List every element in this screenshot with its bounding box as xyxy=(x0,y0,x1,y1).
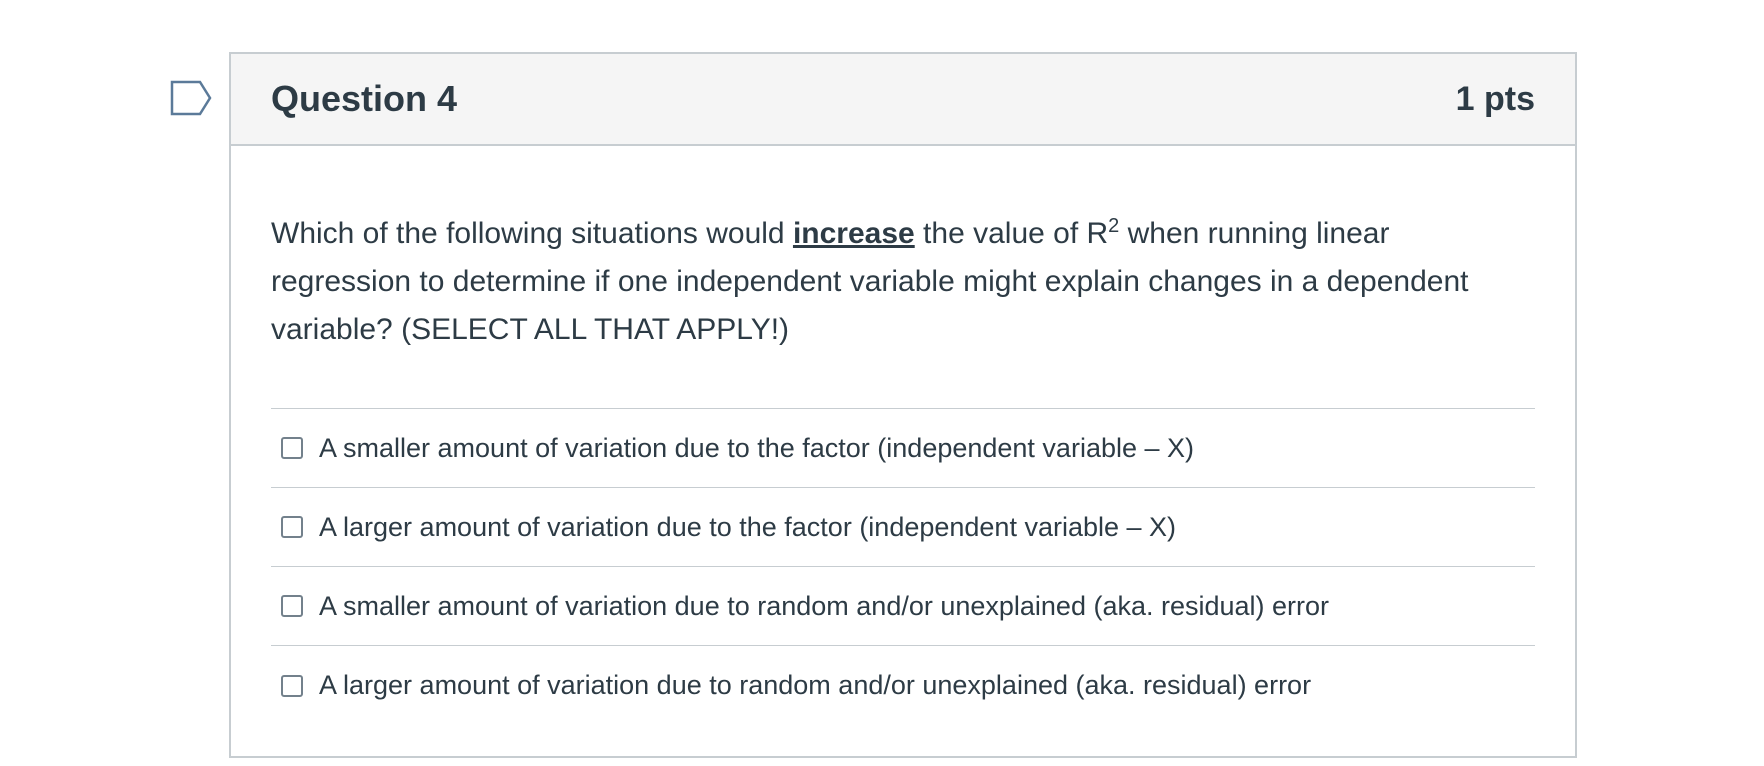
answer-label-1: A smaller amount of variation due to the… xyxy=(319,432,1195,463)
question-text-before: Which of the following situations would xyxy=(271,217,793,250)
quiz-page: Question 4 1 pts Which of the following … xyxy=(0,0,1764,766)
answer-list: A smaller amount of variation due to the… xyxy=(271,408,1535,725)
answer-option-4[interactable]: A larger amount of variation due to rand… xyxy=(271,646,1535,725)
question-text-middle: the value of R xyxy=(914,217,1109,250)
question-header: Question 4 1 pts xyxy=(231,54,1575,146)
answer-checkbox-4[interactable] xyxy=(281,674,303,697)
answer-option-3[interactable]: A smaller amount of variation due to ran… xyxy=(271,567,1535,646)
answer-label-2: A larger amount of variation due to the … xyxy=(319,511,1177,542)
question-title: Question 4 xyxy=(271,78,458,119)
answer-label-3: A smaller amount of variation due to ran… xyxy=(319,590,1330,621)
question-text-emphasis: increase xyxy=(792,217,915,250)
question-text: Which of the following situations would … xyxy=(271,210,1535,354)
question-points: 1 pts xyxy=(1455,79,1535,118)
question-text-superscript: 2 xyxy=(1108,215,1120,237)
answer-checkbox-3[interactable] xyxy=(281,595,303,617)
question-body: Which of the following situations would … xyxy=(231,210,1575,725)
answer-checkbox-1[interactable] xyxy=(281,437,303,459)
answer-option-2[interactable]: A larger amount of variation due to the … xyxy=(271,488,1535,567)
answer-option-1[interactable]: A smaller amount of variation due to the… xyxy=(271,409,1535,488)
answer-label-4: A larger amount of variation due to rand… xyxy=(319,670,1312,700)
answer-checkbox-2[interactable] xyxy=(281,516,303,538)
question-card: Question 4 1 pts Which of the following … xyxy=(229,52,1577,758)
flag-question-icon[interactable] xyxy=(170,80,212,116)
